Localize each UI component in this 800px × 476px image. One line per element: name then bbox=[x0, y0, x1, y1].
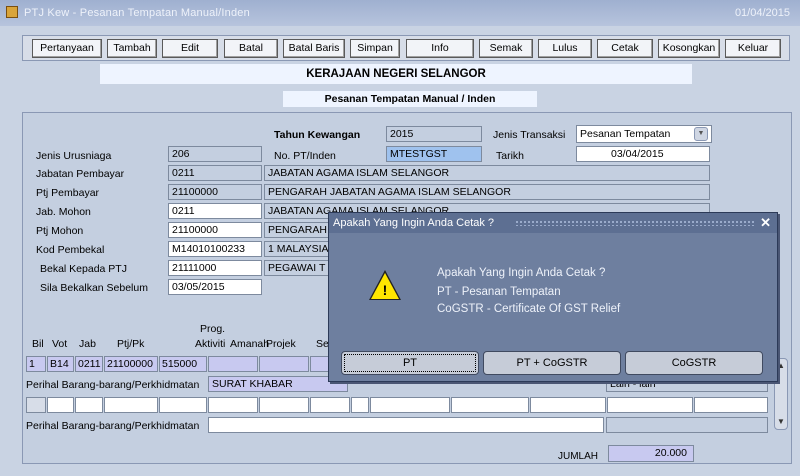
kod-pembekal-code[interactable]: M14010100233 bbox=[168, 241, 262, 257]
jumlah-field: 20.000 bbox=[608, 445, 694, 462]
empty-cell[interactable] bbox=[370, 397, 450, 413]
bil-cell[interactable]: 1 bbox=[26, 356, 46, 372]
bekal-kepada-code[interactable]: 21111000 bbox=[168, 260, 262, 276]
scroll-down-icon[interactable]: ▼ bbox=[776, 417, 786, 427]
app-icon bbox=[6, 6, 18, 18]
print-dialog: Apakah Yang Ingin Anda Cetak ? ✕ ! Apaka… bbox=[328, 212, 778, 382]
form-title: Pesanan Tempatan Manual / Inden bbox=[283, 91, 537, 107]
bekal-kepada-label: Bekal Kepada PTJ bbox=[40, 263, 127, 275]
perihal-label-2: Perihal Barang-barang/Perkhidmatan bbox=[26, 420, 200, 432]
jenis-urusniaga-field[interactable]: 206 bbox=[168, 146, 262, 162]
ptj-pk-cell[interactable]: 21100000 bbox=[104, 356, 158, 372]
aktiviti-cell[interactable]: 515000 bbox=[159, 356, 207, 372]
projek-cell[interactable] bbox=[259, 356, 309, 372]
jabatan-pembayar-label: Jabatan Pembayar bbox=[36, 168, 125, 180]
bil-header: Bil bbox=[32, 338, 44, 350]
lain-lain-select-2[interactable] bbox=[606, 417, 768, 433]
tarikh-field[interactable]: 03/04/2015 bbox=[576, 146, 710, 162]
empty-cell[interactable] bbox=[159, 397, 207, 413]
cogstr-button[interactable]: CoGSTR bbox=[625, 351, 763, 375]
chevron-down-icon[interactable]: ▼ bbox=[694, 127, 708, 141]
jab-mohon-label: Jab. Mohon bbox=[36, 206, 91, 218]
edit-button[interactable]: Edit bbox=[162, 39, 218, 58]
empty-cell[interactable] bbox=[351, 397, 369, 413]
empty-cell[interactable] bbox=[208, 397, 258, 413]
tambah-button[interactable]: Tambah bbox=[107, 39, 157, 58]
semak-button[interactable]: Semak bbox=[479, 39, 533, 58]
title-bar: PTJ Kew - Pesanan Tempatan Manual/Inden … bbox=[0, 0, 800, 26]
toolbar: Pertanyaan Tambah Edit Batal Batal Baris… bbox=[22, 35, 790, 61]
close-icon[interactable]: ✕ bbox=[760, 215, 771, 231]
exclamation-icon: ! bbox=[382, 282, 388, 298]
pt-cogstr-button[interactable]: PT + CoGSTR bbox=[483, 351, 621, 375]
ptj-mohon-code[interactable]: 21100000 bbox=[168, 222, 262, 238]
ptj-pk-header: Ptj/Pk bbox=[117, 338, 145, 350]
keluar-button[interactable]: Keluar bbox=[725, 39, 781, 58]
ptj-pembayar-label: Ptj Pembayar bbox=[36, 187, 100, 199]
tahun-kewangan-label: Tahun Kewangan bbox=[274, 129, 361, 141]
cetak-button[interactable]: Cetak bbox=[597, 39, 653, 58]
no-pt-field[interactable]: MTESTGST bbox=[386, 146, 482, 162]
dialog-message-1: Apakah Yang Ingin Anda Cetak ? bbox=[437, 267, 606, 279]
kosongkan-button[interactable]: Kosongkan bbox=[658, 39, 720, 58]
vot-cell[interactable]: B14 bbox=[47, 356, 74, 372]
amanah-cell[interactable] bbox=[208, 356, 258, 372]
ptj-pembayar-name: PENGARAH JABATAN AGAMA ISLAM SELANGOR bbox=[264, 184, 710, 200]
amanah-header: Amanah bbox=[230, 338, 270, 350]
empty-cell[interactable] bbox=[26, 397, 46, 413]
empty-cell[interactable] bbox=[310, 397, 350, 413]
empty-cell[interactable] bbox=[47, 397, 74, 413]
pertanyaan-button[interactable]: Pertanyaan bbox=[32, 39, 102, 58]
jenis-transaksi-select[interactable]: Pesanan Tempatan bbox=[576, 125, 712, 143]
empty-cell[interactable] bbox=[694, 397, 768, 413]
jabatan-pembayar-name: JABATAN AGAMA ISLAM SELANGOR bbox=[264, 165, 710, 181]
jenis-urusniaga-label: Jenis Urusniaga bbox=[36, 150, 112, 162]
info-button[interactable]: Info bbox=[406, 39, 474, 58]
perihal-label-1: Perihal Barang-barang/Perkhidmatan bbox=[26, 379, 200, 391]
jab-cell[interactable]: 0211 bbox=[75, 356, 103, 372]
tarikh-label: Tarikh bbox=[496, 150, 525, 162]
batal-baris-button[interactable]: Batal Baris bbox=[283, 39, 345, 58]
empty-cell[interactable] bbox=[259, 397, 309, 413]
tahun-kewangan-field[interactable]: 2015 bbox=[386, 126, 482, 142]
window-title: PTJ Kew - Pesanan Tempatan Manual/Inden bbox=[24, 7, 250, 19]
title-grip bbox=[515, 220, 755, 226]
sila-bekalkan-field[interactable]: 03/05/2015 bbox=[168, 279, 262, 295]
dialog-message-2: PT - Pesanan Tempatan bbox=[437, 286, 561, 298]
batal-button[interactable]: Batal bbox=[224, 39, 278, 58]
se-header: Se bbox=[316, 338, 329, 350]
jab-mohon-code[interactable]: 0211 bbox=[168, 203, 262, 219]
ptj-mohon-label: Ptj Mohon bbox=[36, 225, 84, 237]
jab-header: Jab bbox=[79, 338, 96, 350]
pt-button[interactable]: PT bbox=[341, 351, 479, 375]
perihal-field-2[interactable] bbox=[208, 417, 604, 433]
empty-cell[interactable] bbox=[530, 397, 606, 413]
jabatan-pembayar-code[interactable]: 0211 bbox=[168, 165, 262, 181]
simpan-button[interactable]: Simpan bbox=[350, 39, 400, 58]
org-banner: KERAJAAN NEGERI SELANGOR bbox=[100, 64, 692, 84]
sila-bekalkan-label: Sila Bekalkan Sebelum bbox=[40, 282, 148, 294]
kod-pembekal-label: Kod Pembekal bbox=[36, 244, 105, 256]
projek-header: Projek bbox=[266, 338, 296, 350]
empty-cell[interactable] bbox=[75, 397, 103, 413]
empty-cell[interactable] bbox=[104, 397, 158, 413]
ptj-pembayar-code[interactable]: 21100000 bbox=[168, 184, 262, 200]
dialog-message-3: CoGSTR - Certificate Of GST Relief bbox=[437, 303, 621, 315]
no-pt-label: No. PT/Inden bbox=[274, 150, 336, 162]
perihal-field-1[interactable]: SURAT KHABAR bbox=[208, 376, 348, 392]
aktiviti-header: Aktiviti bbox=[195, 338, 226, 350]
empty-cell[interactable] bbox=[607, 397, 693, 413]
prog-header: Prog. bbox=[200, 323, 226, 335]
empty-cell[interactable] bbox=[451, 397, 529, 413]
jumlah-label: JUMLAH bbox=[558, 451, 599, 462]
vot-header: Vot bbox=[52, 338, 68, 350]
lulus-button[interactable]: Lulus bbox=[538, 39, 592, 58]
jenis-transaksi-label: Jenis Transaksi bbox=[493, 129, 566, 141]
window-date: 01/04/2015 bbox=[734, 7, 790, 19]
